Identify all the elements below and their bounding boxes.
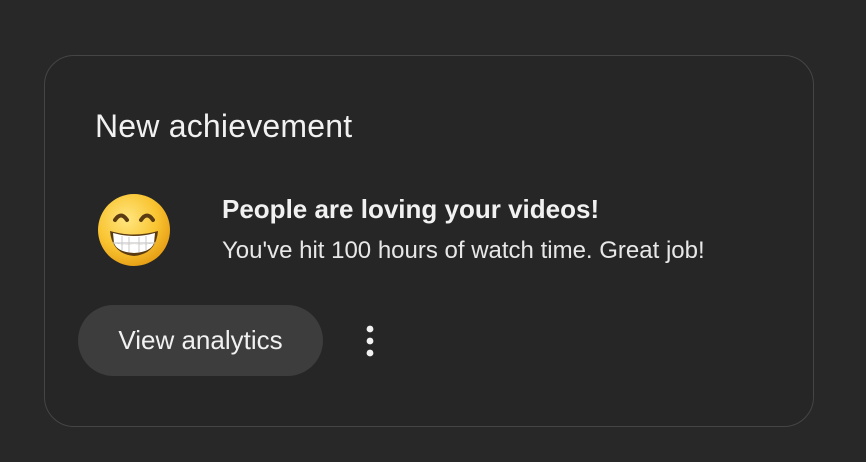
achievement-card: New achievement People are loving your v… <box>44 55 814 427</box>
achievement-message: You've hit 100 hours of watch time. Grea… <box>222 237 705 264</box>
vertical-ellipsis-icon <box>366 325 374 357</box>
card-title: New achievement <box>95 108 353 144</box>
grinning-face-icon <box>96 192 172 268</box>
view-analytics-button[interactable]: View analytics <box>78 305 323 376</box>
achievement-headline: People are loving your videos! <box>222 194 600 224</box>
more-options-button[interactable] <box>353 318 387 364</box>
